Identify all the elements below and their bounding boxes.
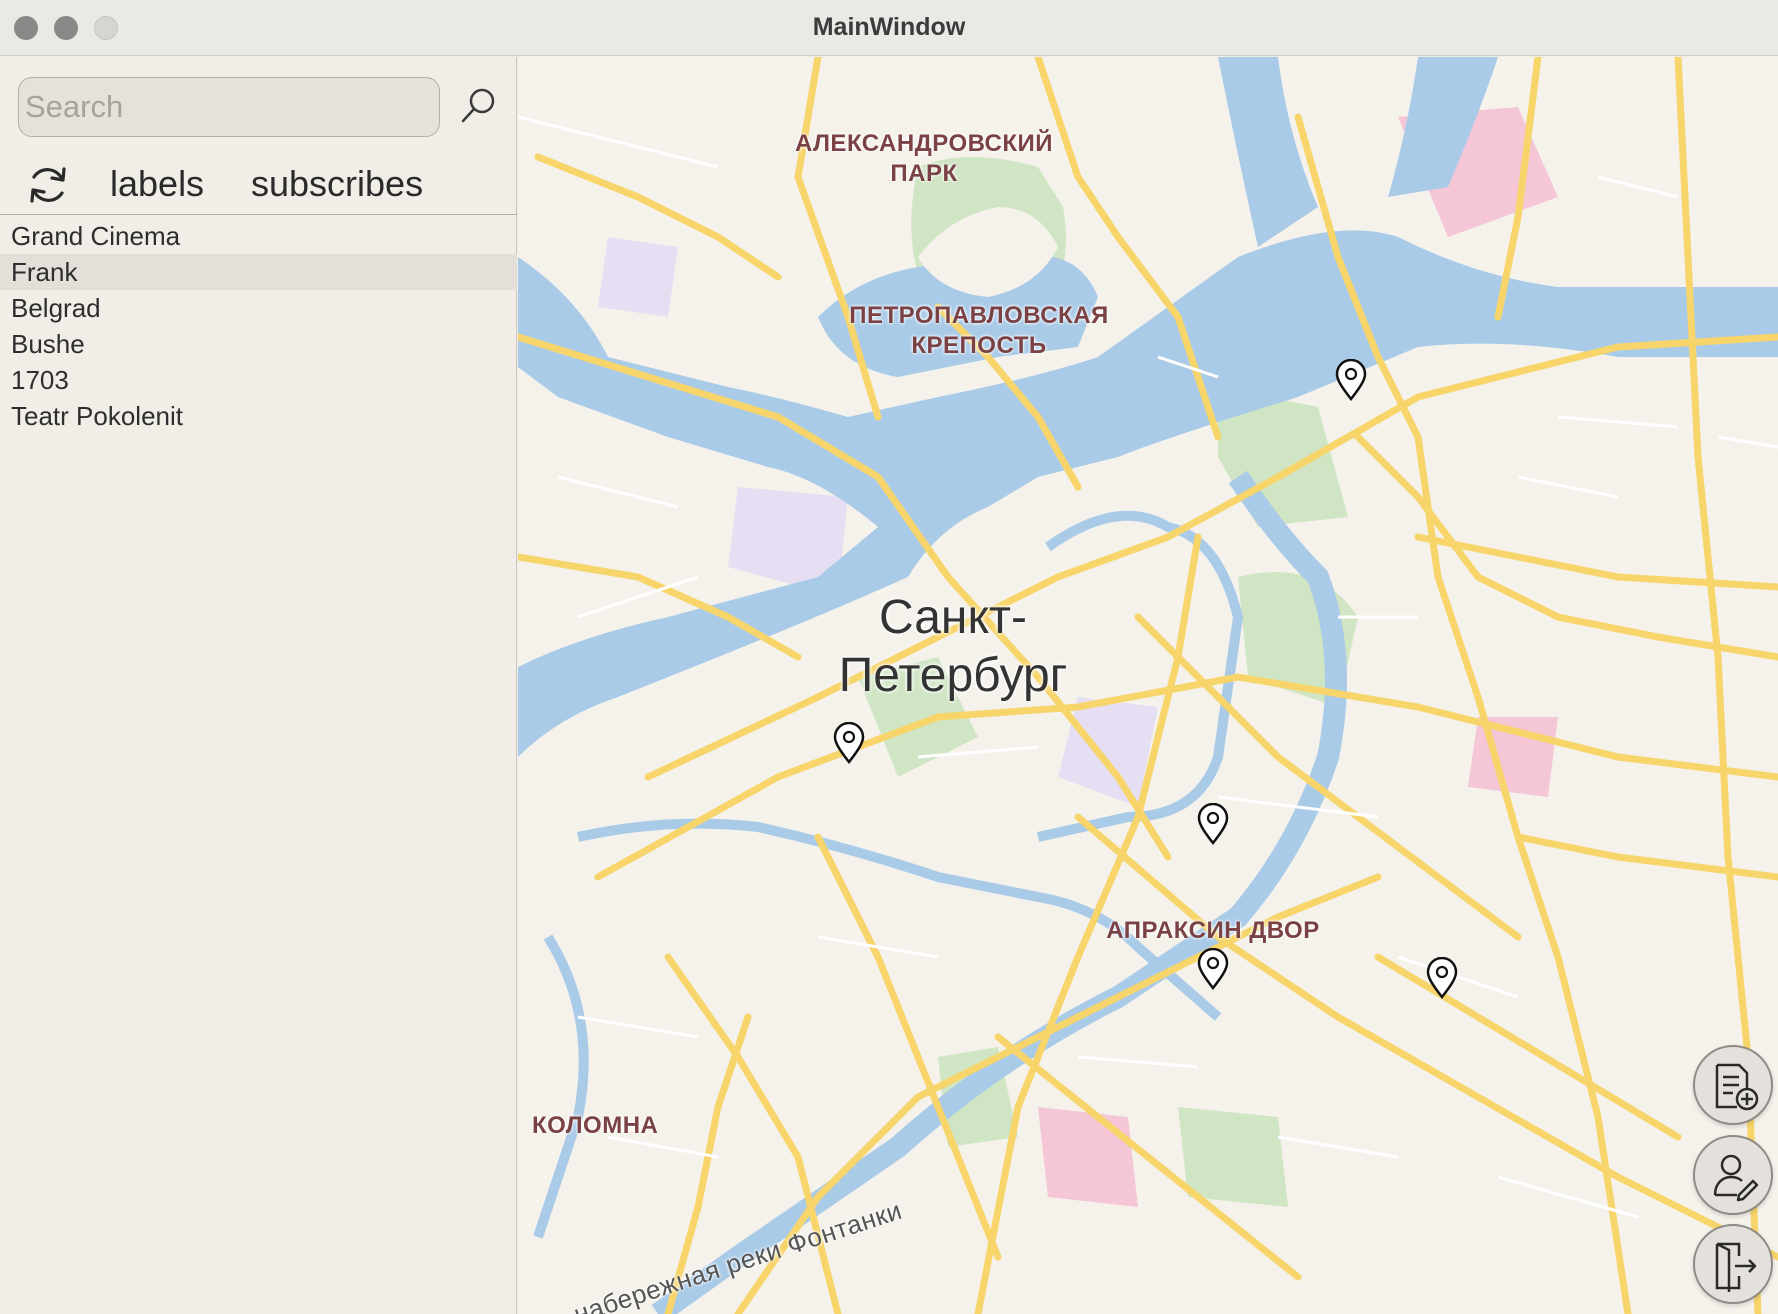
labels-button[interactable]: labels [110,163,204,205]
title-bar: MainWindow [0,0,1778,56]
search-input[interactable] [18,77,440,137]
search-button[interactable] [455,83,501,129]
refresh-button[interactable] [24,161,72,209]
list-item[interactable]: Grand Cinema [0,218,517,254]
map-label-park: АЛЕКСАНДРОВСКИЙ ПАРК [744,129,1104,189]
map-label-text: ПЕТРОПАВЛОВСКАЯ [849,302,1109,329]
list-item[interactable]: Belgrad [0,290,517,326]
edit-profile-button[interactable] [1693,1135,1773,1215]
add-note-button[interactable] [1693,1045,1773,1125]
map-label-text: КРЕПОСТЬ [911,332,1047,359]
map-label-text: Санкт- [879,591,1027,644]
sidebar-toolbar: labels subscribes [0,157,517,215]
map-label-fortress: ПЕТРОПАВЛОВСКАЯ КРЕПОСТЬ [844,301,1114,361]
map-label-text: ПАРК [890,160,958,187]
refresh-icon [30,167,66,203]
list-item[interactable]: Teatr Pokolenit [0,398,517,434]
places-list: Grand Cinema Frank Belgrad Bushe 1703 Te… [0,218,517,434]
logout-button[interactable] [1693,1224,1773,1304]
map-pin-icon[interactable] [1196,803,1230,845]
main-window: MainWindow labels subscribes Grand [0,0,1778,1314]
map-pin-icon[interactable] [1334,359,1368,401]
map-label-district: АПРАКСИН ДВОР [1106,917,1320,944]
map-pin-icon[interactable] [1196,948,1230,990]
map-label-district: КОЛОМНА [532,1112,659,1139]
map-label-city: Санкт- Петербург [818,589,1088,705]
map-view[interactable]: АЛЕКСАНДРОВСКИЙ ПАРК ПЕТРОПАВЛОВСКАЯ КРЕ… [518,57,1778,1314]
map-pin-icon[interactable] [1425,957,1459,999]
list-item[interactable]: Bushe [0,326,517,362]
map-label-text: Петербург [838,649,1068,702]
edit-profile-icon [1713,1154,1759,1202]
sidebar: labels subscribes Grand Cinema Frank Bel… [0,57,517,1314]
map-pin-icon[interactable] [832,722,866,764]
search-icon [461,88,495,123]
window-title: MainWindow [812,13,966,41]
list-item[interactable]: Frank [0,254,517,290]
map-label-text: АЛЕКСАНДРОВСКИЙ [794,130,1054,157]
logout-icon [1715,1242,1757,1292]
add-note-icon [1715,1063,1759,1111]
map-tiles [518,57,1778,1314]
list-item[interactable]: 1703 [0,362,517,398]
subscribes-button[interactable]: subscribes [251,163,423,205]
